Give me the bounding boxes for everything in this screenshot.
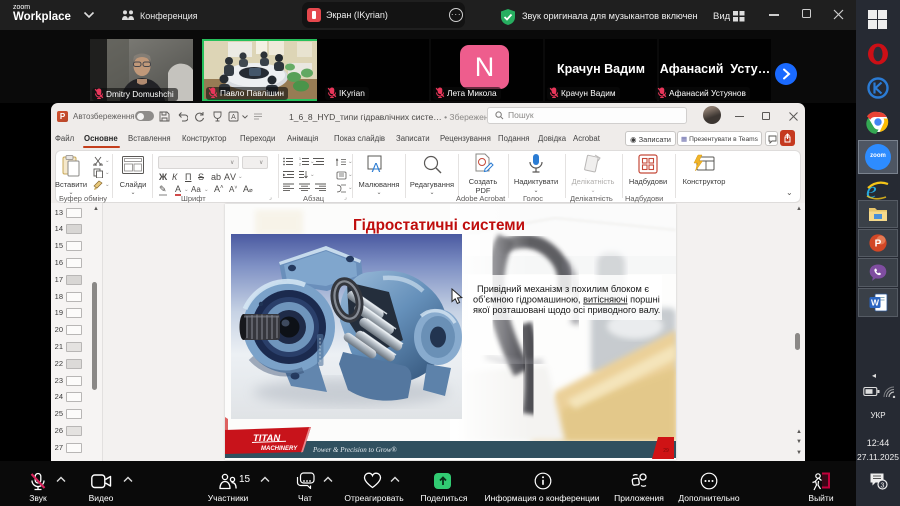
svg-text:A: A	[231, 114, 236, 121]
svg-text:1: 1	[299, 157, 301, 161]
svg-text:якої розташовані щодо осі прив: якої розташовані щодо осі приводного вал…	[473, 305, 660, 315]
svg-text:Гідростатичні системи: Гідростатичні системи	[353, 217, 525, 234]
svg-text:W: W	[871, 298, 880, 308]
svg-text:P: P	[875, 239, 882, 250]
svg-text:обʼємною гідромашиною, витісня: обʼємною гідромашиною, витісняючі поршні	[473, 295, 660, 305]
svg-text:Привідний механізм з похилим б: Привідний механізм з похилим блоком є	[477, 284, 649, 294]
svg-text:2: 2	[299, 163, 301, 167]
svg-text:29: 29	[663, 448, 669, 454]
svg-text:Power & Precision to Grow®: Power & Precision to Grow®	[312, 446, 397, 454]
svg-text:3: 3	[881, 483, 885, 490]
svg-text:MACHINERY: MACHINERY	[261, 446, 298, 452]
svg-text:A: A	[372, 160, 381, 175]
